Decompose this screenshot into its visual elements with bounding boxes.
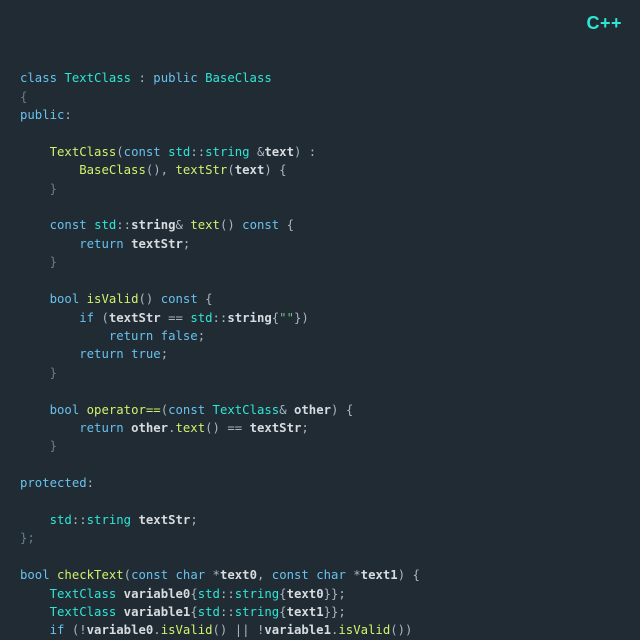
code-line: TextClass variable1{std::string{text1}}; <box>20 605 346 619</box>
code-line: } <box>20 255 57 269</box>
code-line: TextClass(const std::string &text) : <box>20 145 316 159</box>
code-line: TextClass variable0{std::string{text0}}; <box>20 587 346 601</box>
code-line: } <box>20 182 57 196</box>
code-line: bool operator==(const TextClass& other) … <box>20 403 353 417</box>
code-line: return false; <box>20 329 205 343</box>
code-line: }; <box>20 531 35 545</box>
code-line: return true; <box>20 347 168 361</box>
code-line: { <box>20 90 27 104</box>
code-line: } <box>20 366 57 380</box>
language-badge: C++ <box>586 14 622 32</box>
code-line: bool isValid() const { <box>20 292 213 306</box>
code-line: return other.text() == textStr; <box>20 421 309 435</box>
code-line: BaseClass(), textStr(text) { <box>20 163 287 177</box>
code-line: } <box>20 439 57 453</box>
code-line: if (textStr == std::string{""}) <box>20 311 309 325</box>
code-line: protected: <box>20 476 94 490</box>
code-line: std::string textStr; <box>20 513 198 527</box>
code-line: class TextClass : public BaseClass <box>20 71 272 85</box>
code-line: public: <box>20 108 72 122</box>
code-line: if (!variable0.isValid() || !variable1.i… <box>20 623 412 637</box>
code-line: bool checkText(const char *text0, const … <box>20 568 420 582</box>
code-line: const std::string& text() const { <box>20 218 294 232</box>
code-editor: C++ Before class TextClass : public Base… <box>0 0 640 640</box>
code-line: return textStr; <box>20 237 190 251</box>
